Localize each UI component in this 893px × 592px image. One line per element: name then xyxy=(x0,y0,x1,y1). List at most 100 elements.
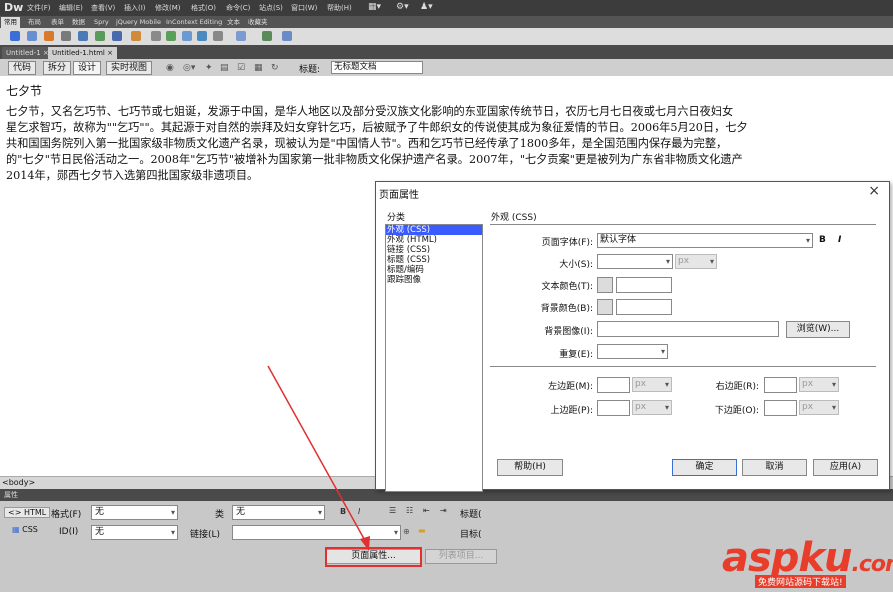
category-item[interactable]: 外观 (CSS) xyxy=(386,225,482,235)
head-icon[interactable] xyxy=(197,31,207,41)
hyperlink-icon[interactable] xyxy=(10,31,20,41)
close-icon[interactable]: × xyxy=(868,183,880,199)
div-icon[interactable] xyxy=(95,31,105,41)
right-margin-input[interactable] xyxy=(764,377,797,393)
image-icon[interactable] xyxy=(112,31,122,41)
doc-tab-untitled-1-html[interactable]: Untitled-1.html × xyxy=(48,47,117,59)
user-icon[interactable]: ♟▾ xyxy=(420,2,433,12)
gear-icon[interactable]: ⚙▾ xyxy=(396,2,409,12)
tag-chooser-icon[interactable] xyxy=(262,31,272,41)
insert-tab-favorites[interactable]: 收藏夹 xyxy=(245,17,271,28)
multiscreen-icon[interactable]: ◉ xyxy=(166,63,174,73)
top-margin-unit[interactable]: px ▾ xyxy=(632,400,672,415)
category-item[interactable]: 标题/编码 xyxy=(386,265,482,275)
browse-button[interactable]: 浏览(W)... xyxy=(786,321,850,338)
top-margin-input[interactable] xyxy=(597,400,630,416)
outdent-icon[interactable]: ⇤ xyxy=(423,506,430,515)
menu-window[interactable]: 窗口(W) xyxy=(291,3,317,13)
template-icon[interactable] xyxy=(236,31,246,41)
category-item[interactable]: 跟踪图像 xyxy=(386,275,482,285)
css-mode-button[interactable]: ▦ CSS xyxy=(12,525,38,534)
insert-tab-text[interactable]: 文本 xyxy=(224,17,243,28)
insert-tab-jquery-mobile[interactable]: jQuery Mobile xyxy=(113,17,164,28)
menu-insert[interactable]: 插入(I) xyxy=(124,3,146,13)
hr-icon[interactable] xyxy=(61,31,71,41)
left-margin-unit[interactable]: px ▾ xyxy=(632,377,672,392)
file-management-icon[interactable]: ✦ xyxy=(205,63,213,73)
html-mode-button[interactable]: <> HTML xyxy=(4,507,51,518)
italic-icon[interactable]: I xyxy=(358,507,360,516)
left-margin-input[interactable] xyxy=(597,377,630,393)
email-icon[interactable] xyxy=(27,31,37,41)
insert-tab-layout[interactable]: 布局 xyxy=(25,17,44,28)
cancel-button[interactable]: 取消 xyxy=(742,459,807,476)
folder-icon[interactable]: ▬ xyxy=(418,526,426,535)
body-tag[interactable]: <body> xyxy=(2,478,35,487)
size-select[interactable]: ▾ xyxy=(597,254,673,269)
menu-site[interactable]: 站点(S) xyxy=(259,3,283,13)
repeat-select[interactable]: ▾ xyxy=(597,344,668,359)
text-color-input[interactable] xyxy=(616,277,672,293)
doc-tab-untitled-1[interactable]: Untitled-1 × xyxy=(2,47,53,59)
insert-tab-common[interactable]: 常用 xyxy=(1,17,20,28)
list-item-button[interactable]: 列表项目... xyxy=(425,549,497,564)
visual-aids-icon[interactable]: ▤ xyxy=(220,63,229,73)
layout-menu-icon[interactable]: ▦▾ xyxy=(368,2,381,12)
point-to-file-icon[interactable]: ⊕ xyxy=(403,527,410,536)
bg-image-input[interactable] xyxy=(597,321,779,337)
text-color-swatch[interactable] xyxy=(597,277,613,293)
insert-tab-spry[interactable]: Spry xyxy=(91,17,112,28)
browse-icon[interactable] xyxy=(282,31,292,41)
preview-icon[interactable]: ◎▾ xyxy=(183,63,195,73)
menu-format[interactable]: 格式(O) xyxy=(191,3,216,13)
table-icon[interactable] xyxy=(78,31,88,41)
validate-icon[interactable]: ☑ xyxy=(237,63,245,73)
date-icon[interactable] xyxy=(151,31,161,41)
menu-help[interactable]: 帮助(H) xyxy=(327,3,352,13)
category-item[interactable]: 链接 (CSS) xyxy=(386,245,482,255)
bold-icon[interactable]: B xyxy=(340,507,346,516)
menu-edit[interactable]: 编辑(E) xyxy=(59,3,83,13)
insert-tab-forms[interactable]: 表单 xyxy=(48,17,67,28)
insert-tab-incontext[interactable]: InContext Editing xyxy=(163,17,225,28)
menu-commands[interactable]: 命令(C) xyxy=(226,3,250,13)
category-list[interactable]: 外观 (CSS) 外观 (HTML) 链接 (CSS) 标题 (CSS) 标题/… xyxy=(385,224,483,492)
bottom-margin-input[interactable] xyxy=(764,400,797,416)
unordered-list-icon[interactable]: ☰ xyxy=(389,506,396,515)
italic-icon[interactable]: I xyxy=(838,235,841,245)
ordered-list-icon[interactable]: ☷ xyxy=(406,506,413,515)
class-select[interactable]: 无 ▾ xyxy=(232,505,325,520)
check-browser-icon[interactable]: ▦ xyxy=(254,63,263,73)
comment-icon[interactable] xyxy=(182,31,192,41)
menu-view[interactable]: 查看(V) xyxy=(91,3,115,13)
category-item[interactable]: 标题 (CSS) xyxy=(386,255,482,265)
bottom-margin-unit[interactable]: px ▾ xyxy=(799,400,839,415)
code-view-button[interactable]: 代码 xyxy=(8,61,37,75)
live-view-button[interactable]: 实时视图 xyxy=(106,61,153,75)
refresh-icon[interactable]: ↻ xyxy=(271,63,279,73)
size-unit-select[interactable]: px ▾ xyxy=(675,254,717,269)
indent-icon[interactable]: ⇥ xyxy=(440,506,447,515)
bg-color-swatch[interactable] xyxy=(597,299,613,315)
script-icon[interactable] xyxy=(213,31,223,41)
title-input[interactable]: 无标题文档 xyxy=(331,61,423,74)
media-icon[interactable] xyxy=(131,31,141,41)
category-item[interactable]: 外观 (HTML) xyxy=(386,235,482,245)
bold-icon[interactable]: B xyxy=(819,235,826,245)
ok-button[interactable]: 确定 xyxy=(672,459,737,476)
menu-file[interactable]: 文件(F) xyxy=(27,3,51,13)
apply-button[interactable]: 应用(A) xyxy=(813,459,878,476)
id-select[interactable]: 无 ▾ xyxy=(91,525,178,540)
close-icon[interactable]: × xyxy=(107,49,113,57)
page-font-select[interactable]: 默认字体 ▾ xyxy=(597,233,813,248)
design-view-button[interactable]: 设计 xyxy=(73,61,102,75)
link-input[interactable]: ▾ xyxy=(232,525,401,540)
insert-tab-data[interactable]: 数据 xyxy=(69,17,88,28)
help-button[interactable]: 帮助(H) xyxy=(497,459,563,476)
format-select[interactable]: 无 ▾ xyxy=(91,505,178,520)
server-include-icon[interactable] xyxy=(166,31,176,41)
bg-color-input[interactable] xyxy=(616,299,672,315)
split-view-button[interactable]: 拆分 xyxy=(43,61,72,75)
right-margin-unit[interactable]: px ▾ xyxy=(799,377,839,392)
anchor-icon[interactable] xyxy=(44,31,54,41)
